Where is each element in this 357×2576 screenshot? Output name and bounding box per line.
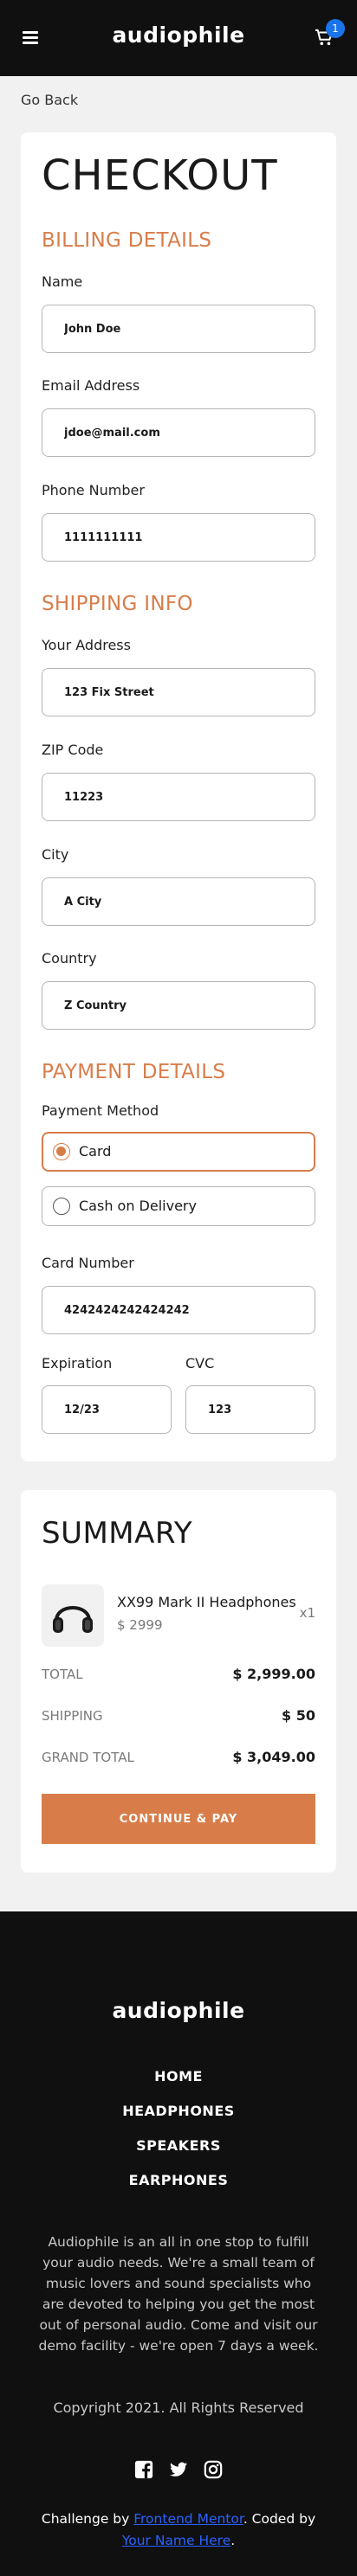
site-footer: audiophile HOME HEADPHONES SPEAKERS EARP… xyxy=(0,1911,357,2576)
credit-middle: . Coded by xyxy=(243,2511,316,2527)
phone-label: Phone Number xyxy=(42,482,145,498)
payment-option-label: Cash on Delivery xyxy=(79,1198,197,1214)
summary-title: SUMMARY xyxy=(42,1516,193,1551)
logo[interactable]: audiophile xyxy=(0,22,357,48)
footer-nav-headphones[interactable]: HEADPHONES xyxy=(0,2103,357,2119)
continue-and-pay-button[interactable]: CONTINUE & PAY xyxy=(42,1794,315,1844)
cvc-label: CVC xyxy=(185,1355,215,1372)
city-label: City xyxy=(42,846,69,863)
headphones-thumbnail xyxy=(42,1584,104,1647)
radio-selected-icon[interactable] xyxy=(53,1143,70,1160)
cart-count-badge: 1 xyxy=(326,19,345,38)
checkout-form: CHECKOUT BILLING DETAILS Name Email Addr… xyxy=(21,132,336,1461)
footer-nav-speakers[interactable]: SPEAKERS xyxy=(0,2137,357,2154)
instagram-icon[interactable] xyxy=(204,2460,223,2479)
footer-logo[interactable]: audiophile xyxy=(0,1998,357,2023)
phone-field[interactable] xyxy=(42,513,315,562)
radio-unselected-icon[interactable] xyxy=(53,1198,70,1215)
payment-option-label: Card xyxy=(79,1143,112,1160)
footer-nav-home[interactable]: HOME xyxy=(0,2068,357,2085)
item-quantity: x1 xyxy=(299,1605,315,1621)
credit-suffix: . xyxy=(230,2533,236,2548)
name-field[interactable] xyxy=(42,305,315,353)
item-price: $ 2999 xyxy=(117,1617,163,1633)
grand-total-value: $ 3,049.00 xyxy=(232,1749,315,1765)
shipping-label: SHIPPING xyxy=(42,1708,103,1724)
billing-details-heading: BILLING DETAILS xyxy=(42,229,212,252)
zip-field[interactable] xyxy=(42,773,315,821)
author-link[interactable]: Your Name Here xyxy=(122,2533,230,2548)
expiration-field[interactable] xyxy=(42,1385,172,1434)
item-name: XX99 Mark II Headphones xyxy=(117,1594,296,1610)
country-label: Country xyxy=(42,950,97,967)
city-field[interactable] xyxy=(42,877,315,926)
cvc-field[interactable] xyxy=(185,1385,315,1434)
shipping-info-heading: SHIPPING INFO xyxy=(42,593,193,615)
grand-total-label: GRAND TOTAL xyxy=(42,1750,134,1765)
shipping-value: $ 50 xyxy=(282,1707,315,1724)
footer-credit: Challenge by Frontend Mentor. Coded by Y… xyxy=(26,2509,331,2552)
address-field[interactable] xyxy=(42,668,315,716)
expiration-label: Expiration xyxy=(42,1355,113,1372)
credit-prefix: Challenge by xyxy=(41,2511,134,2527)
order-summary: SUMMARY XX99 Mark II Headphones $ 2999 x… xyxy=(21,1490,336,1873)
card-number-label: Card Number xyxy=(42,1255,134,1271)
payment-method-label: Payment Method xyxy=(42,1102,159,1119)
card-number-field[interactable] xyxy=(42,1286,315,1334)
address-label: Your Address xyxy=(42,637,131,653)
country-field[interactable] xyxy=(42,981,315,1030)
payment-option-card[interactable]: Card xyxy=(42,1132,315,1172)
frontend-mentor-link[interactable]: Frontend Mentor xyxy=(133,2511,243,2527)
checkout-title: CHECKOUT xyxy=(42,151,278,200)
footer-nav-earphones[interactable]: EARPHONES xyxy=(0,2172,357,2188)
email-field[interactable] xyxy=(42,408,315,457)
footer-description: Audiophile is an all in one stop to fulf… xyxy=(38,2234,319,2354)
copyright: Copyright 2021. All Rights Reserved xyxy=(53,2399,304,2416)
payment-option-cash[interactable]: Cash on Delivery xyxy=(42,1186,315,1226)
email-label: Email Address xyxy=(42,377,140,394)
facebook-icon[interactable] xyxy=(134,2460,153,2479)
site-header: audiophile 1 xyxy=(0,0,357,76)
total-label: TOTAL xyxy=(42,1667,83,1682)
headphones-icon xyxy=(53,1606,93,1633)
total-value: $ 2,999.00 xyxy=(232,1666,315,1682)
go-back-link[interactable]: Go Back xyxy=(21,92,78,108)
name-label: Name xyxy=(42,273,83,290)
zip-label: ZIP Code xyxy=(42,742,104,758)
payment-details-heading: PAYMENT DETAILS xyxy=(42,1061,226,1083)
twitter-icon[interactable] xyxy=(169,2460,188,2479)
